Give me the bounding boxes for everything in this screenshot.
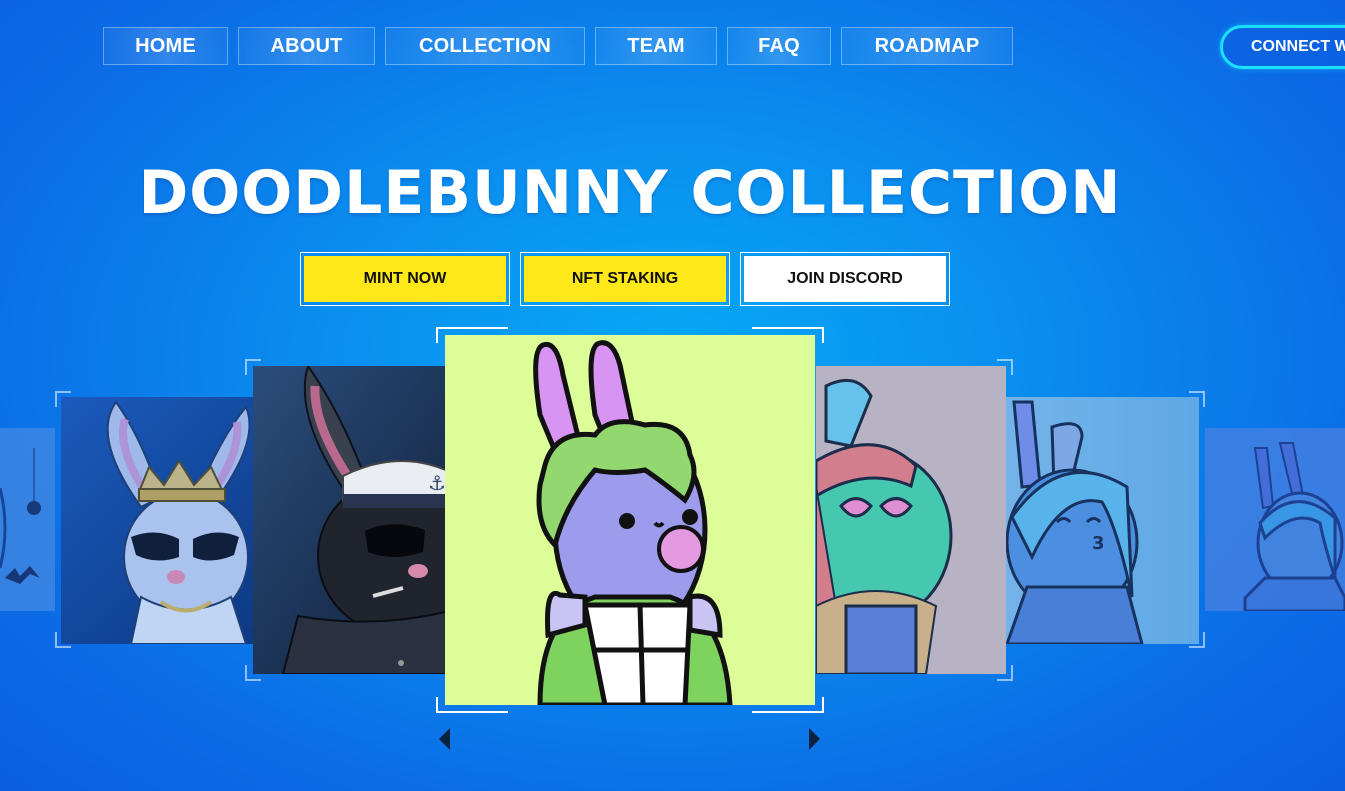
nav-home[interactable]: HOME: [103, 27, 228, 65]
carousel-card-pink-hair-bunny[interactable]: [816, 366, 1006, 674]
main-nav: HOME ABOUT COLLECTION TEAM FAQ ROADMAP: [103, 27, 1013, 65]
carousel-card-featured[interactable]: [445, 335, 815, 705]
nav-about[interactable]: ABOUT: [238, 27, 375, 65]
join-discord-label: JOIN DISCORD: [744, 256, 946, 302]
nav-collection[interactable]: COLLECTION: [385, 27, 585, 65]
nav-roadmap[interactable]: ROADMAP: [841, 27, 1013, 65]
join-discord-button[interactable]: JOIN DISCORD: [740, 252, 950, 306]
bunny-featured-image: [445, 335, 815, 705]
nft-staking-button[interactable]: NFT STAKING: [520, 252, 730, 306]
nav-team[interactable]: TEAM: [595, 27, 717, 65]
carousel-card-far-right[interactable]: [1205, 428, 1345, 611]
chevron-right-icon[interactable]: [809, 728, 820, 750]
mint-now-button[interactable]: MINT NOW: [300, 252, 510, 306]
bunny-blue-kiss-image: [1205, 428, 1345, 611]
carousel-card-far-left[interactable]: [0, 428, 55, 611]
mint-now-label: MINT NOW: [304, 256, 506, 302]
page-title: DOODLEBUNNY COLLECTION: [138, 158, 1122, 228]
svg-text:⚓: ⚓: [428, 471, 446, 495]
nav-faq[interactable]: FAQ: [727, 27, 831, 65]
chevron-left-icon[interactable]: [439, 728, 450, 750]
svg-text:3: 3: [1092, 533, 1105, 554]
connect-wallet-button[interactable]: CONNECT W: [1220, 25, 1345, 69]
bunny-pink-hair-image: [816, 366, 1006, 674]
bunny-spider-image: [0, 428, 55, 611]
bunny-captain-image: ⚓: [253, 366, 473, 674]
card-tint: [61, 397, 253, 644]
nft-staking-label: NFT STAKING: [524, 256, 726, 302]
carousel-card-captain-bunny[interactable]: ⚓: [253, 366, 473, 674]
